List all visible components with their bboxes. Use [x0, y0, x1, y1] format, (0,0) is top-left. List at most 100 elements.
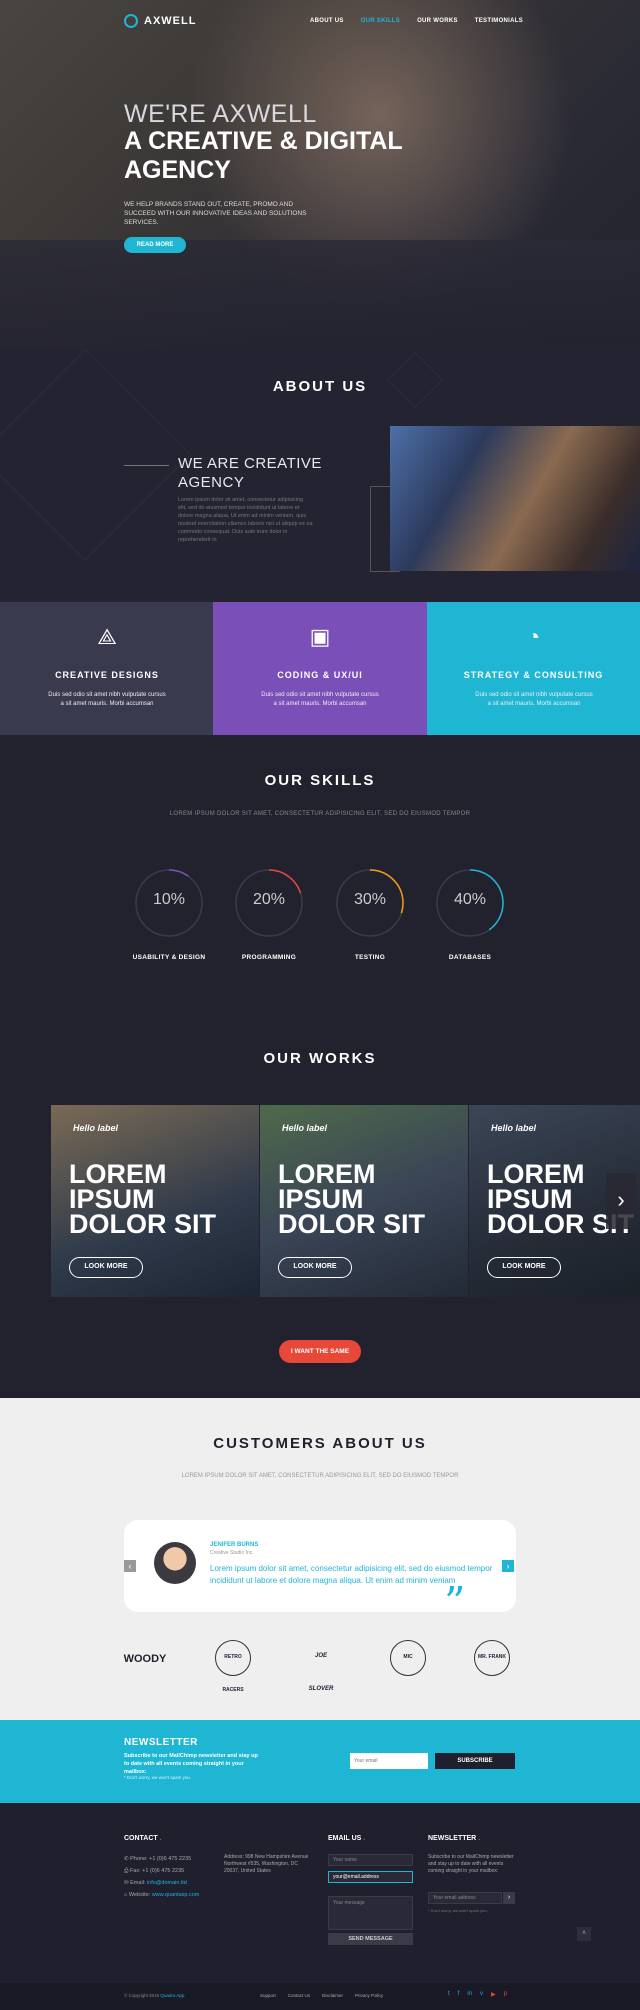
work-card[interactable]: Hello label LOREM IPSUM DOLOR SIT LOOK M… — [260, 1105, 468, 1297]
skills-title: OUR SKILLS — [264, 772, 376, 789]
pinterest-icon[interactable]: p — [504, 1991, 507, 1998]
work-label: Hello label — [282, 1123, 328, 1133]
look-more-button[interactable]: LOOK MORE — [487, 1257, 561, 1278]
message-textarea[interactable]: Your message — [328, 1896, 413, 1930]
logo-icon — [124, 14, 138, 28]
chevron-up-icon[interactable]: ˄ — [577, 1927, 591, 1941]
look-more-button[interactable]: LOOK MORE — [69, 1257, 143, 1278]
feature-title: CODING & UX/UI — [277, 670, 363, 680]
feature-title: STRATEGY & CONSULTING — [463, 670, 604, 680]
customers-subtitle: LOREM IPSUM DOLOR SIT AMET, CONSECTETUR … — [181, 1473, 459, 1479]
footer-link-contact[interactable]: Contact Us — [288, 1993, 310, 1998]
copyright-text: © Copyright 2016 — [124, 1993, 161, 1998]
works-title: OUR WORKS — [263, 1050, 377, 1067]
hero-line-2: A CREATIVE & DIGITAL AGENCY — [124, 127, 403, 184]
features-section: ⟁ CREATIVE DESIGNS Duis sed odio sit ame… — [0, 602, 640, 735]
hero-fade — [0, 240, 640, 350]
brand-logo: JOE SLOVER — [296, 1640, 346, 1692]
email-field[interactable]: your@email.address — [328, 1871, 413, 1883]
hero-text: WE HELP BRANDS STAND OUT, CREATE, PROMO … — [124, 201, 307, 226]
footer-link-disclaimer[interactable]: Disclaimer — [322, 1993, 343, 1998]
facebook-icon[interactable]: f — [458, 1991, 460, 1998]
nav-about[interactable]: ABOUT US — [310, 18, 344, 24]
works-section: OUR WORKS Hello label LOREM IPSUM DOLOR … — [0, 1015, 640, 1398]
work-label: Hello label — [491, 1123, 537, 1133]
look-more-button[interactable]: LOOK MORE — [278, 1257, 352, 1278]
feature-text: Duis sed odio sit amet nibh vulputate cu… — [48, 692, 166, 707]
skill-percent: 40% — [453, 891, 487, 908]
linkedin-icon[interactable]: in — [467, 1991, 472, 1998]
feature-title: CREATIVE DESIGNS — [55, 670, 159, 680]
skills-section: OUR SKILLS LOREM IPSUM DOLOR SIT AMET, C… — [0, 735, 640, 1015]
twitter-icon[interactable]: t — [448, 1991, 450, 1998]
nav-testimonials[interactable]: TESTIMONIALS — [475, 18, 523, 24]
feature-card-strategy: ◔ STRATEGY & CONSULTING Duis sed odio si… — [427, 602, 640, 735]
chevron-left-icon[interactable]: ‹ — [124, 1560, 136, 1572]
website-link[interactable]: www.quantasp.com — [152, 1892, 200, 1898]
chevron-right-icon[interactable]: › — [502, 1560, 514, 1572]
footer-newsletter-input[interactable]: Your email address — [428, 1892, 502, 1904]
footer-links: Support Contact Us Disclaimer Privacy Po… — [260, 1993, 383, 1998]
newsletter-title: NEWSLETTER — [124, 1737, 198, 1748]
skill-label: USABILITY & DESIGN — [132, 954, 206, 961]
customers-title: CUSTOMERS ABOUT US — [213, 1435, 427, 1452]
copyright-brand[interactable]: Quadra App — [160, 1993, 184, 1998]
brand-logo: MIC — [383, 1640, 433, 1682]
logo[interactable]: AXWELL — [124, 14, 196, 28]
nav-skills[interactable]: OUR SKILLS — [361, 18, 400, 24]
newsletter-note: * Don't worry, we won't spam you. — [124, 1775, 192, 1780]
about-text: Lorem ipsum dolor sit amet, consectetur … — [178, 497, 313, 543]
work-card[interactable]: Hello label LOREM IPSUM DOLOR SIT LOOK M… — [51, 1105, 259, 1297]
skill-circle: 30% — [334, 867, 406, 939]
name-input[interactable]: Your name — [328, 1854, 413, 1866]
i-want-the-same-button[interactable]: I WANT THE SAME — [279, 1340, 361, 1363]
brand-name: RETRO RACERS — [215, 1640, 251, 1693]
footer-link-support[interactable]: Support — [260, 1993, 276, 1998]
newsletter-section: NEWSLETTER Subscribe to our MailChimp ne… — [0, 1720, 640, 1803]
footer-newsletter-note: * Don't worry, we won't spam you. — [428, 1908, 488, 1913]
customers-section: CUSTOMERS ABOUT US LOREM IPSUM DOLOR SIT… — [0, 1398, 640, 1720]
footer-newsletter-title-text: NEWSLETTER — [428, 1835, 477, 1842]
arrow-right-icon[interactable]: › — [503, 1892, 515, 1904]
brand-name: MR. FRANK — [474, 1640, 510, 1676]
fax-text: Fax: +1 (0)6 475 2235 — [129, 1868, 185, 1874]
skill-label: PROGRAMMING — [241, 954, 297, 961]
footer-bar: © Copyright 2016 Quadra App Support Cont… — [0, 1983, 640, 2010]
compass-icon: ⟁ — [97, 624, 117, 649]
newsletter-text: Subscribe to our MailChimp newsletter an… — [124, 1753, 258, 1775]
skill-percent: 30% — [353, 891, 387, 908]
chevron-right-icon[interactable]: › — [606, 1173, 636, 1229]
work-heading: LOREM IPSUM DOLOR SIT — [278, 1159, 425, 1239]
newsletter-email-input[interactable] — [350, 1753, 428, 1769]
nav-works[interactable]: OUR WORKS — [417, 18, 458, 24]
quote-icon: ” — [444, 1578, 466, 1627]
contact-title: CONTACT . — [124, 1835, 162, 1842]
contact-title-text: CONTACT — [124, 1835, 158, 1842]
phone-item: ✆ Phone: +1 (0)6 475 2235 — [124, 1856, 192, 1862]
read-more-button[interactable]: READ MORE — [124, 237, 186, 253]
footer-link-privacy[interactable]: Privacy Policy — [355, 1993, 383, 1998]
feature-card-coding: ▣ CODING & UX/UI Duis sed odio sit amet … — [213, 602, 427, 735]
youtube-icon[interactable]: ▶ — [491, 1991, 496, 1998]
send-message-button[interactable]: SEND MESSAGE — [328, 1933, 413, 1945]
brand-logo: RETRO RACERS — [208, 1640, 258, 1693]
skill-label: DATABASES — [448, 954, 492, 961]
hero-line-1: WE'RE AXWELL — [124, 100, 317, 128]
skill-percent: 10% — [152, 891, 186, 908]
work-label: Hello label — [73, 1123, 119, 1133]
fax-item: ⎙ Fax: +1 (0)6 475 2235 — [124, 1868, 185, 1874]
email-us-title-text: EMAIL US — [328, 1835, 362, 1842]
email-link[interactable]: info@domain.ltd — [147, 1880, 187, 1886]
testimonial-card: JENIFER BURNS Creative Studio Inc. Lorem… — [124, 1520, 516, 1624]
divider — [124, 465, 169, 466]
hero-section: AXWELL ABOUT US OUR SKILLS OUR WORKS TES… — [0, 0, 640, 350]
footer-newsletter-text: Subscribe to our MailChimp newsletter an… — [428, 1854, 514, 1874]
email-label: Email: — [130, 1880, 147, 1886]
website-label: Website: — [128, 1892, 152, 1898]
avatar — [154, 1542, 196, 1584]
work-heading: LOREM IPSUM DOLOR SIT — [69, 1159, 216, 1239]
skill-circle: 40% — [434, 867, 506, 939]
feature-text: Duis sed odio sit amet nibh vulputate cu… — [475, 692, 593, 707]
vimeo-icon[interactable]: v — [480, 1991, 483, 1998]
subscribe-button[interactable]: SUBSCRIBE — [435, 1753, 515, 1769]
